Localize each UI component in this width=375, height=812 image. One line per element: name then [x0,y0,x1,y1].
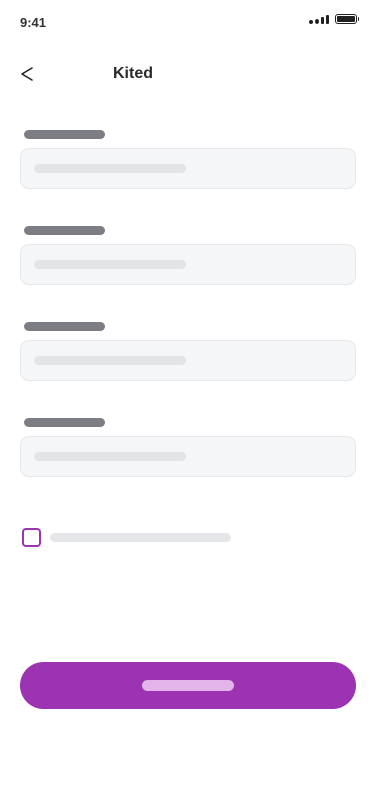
status-icons [309,14,359,24]
input-placeholder-skeleton [34,356,186,365]
status-time: 9:41 [20,15,47,30]
page-title: Kited [113,65,153,82]
text-input-2[interactable] [20,244,356,285]
form-field-2 [20,226,356,285]
text-input-1[interactable] [20,148,356,189]
form-field-3 [20,322,356,381]
checkbox[interactable] [22,528,41,547]
button-label-skeleton [142,680,234,691]
field-label-skeleton [24,322,105,331]
header: Kited [0,56,375,92]
input-placeholder-skeleton [34,164,186,173]
checkbox-row [22,528,231,547]
text-input-4[interactable] [20,436,356,477]
checkbox-label-skeleton [50,533,231,542]
field-label-skeleton [24,130,105,139]
input-placeholder-skeleton [34,452,186,461]
primary-submit-button[interactable] [20,662,356,709]
battery-icon [335,14,359,24]
field-label-skeleton [24,418,105,427]
text-input-3[interactable] [20,340,356,381]
signal-icon [309,14,329,24]
form-field-1 [20,130,356,189]
input-placeholder-skeleton [34,260,186,269]
chevron-left-icon [21,67,33,81]
status-bar: 9:41 [0,0,375,44]
field-label-skeleton [24,226,105,235]
back-button[interactable] [14,62,40,86]
form-field-4 [20,418,356,477]
